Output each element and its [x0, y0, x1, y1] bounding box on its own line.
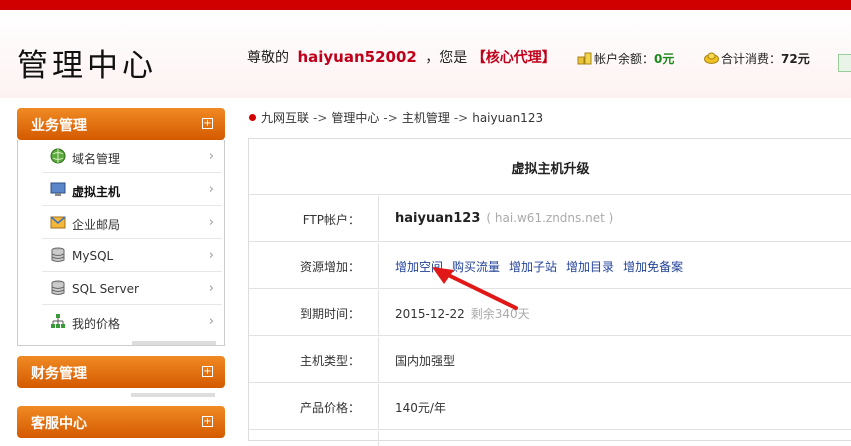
sidebar-item-label: 企业邮局: [72, 218, 121, 232]
greet-prefix: 尊敬的: [247, 50, 289, 66]
spend-label: 合计消费：: [721, 52, 782, 66]
user-role: 【核心代理】: [471, 50, 556, 66]
breadcrumb: 九网互联 -> 管理中心 -> 主机管理 -> haiyuan123: [249, 109, 543, 126]
sidebar-item-label: MySQL: [72, 249, 114, 263]
spend-value: 72元: [781, 52, 810, 66]
bullet-icon: [249, 114, 256, 121]
sidebar-section-finance[interactable]: 财务管理 +: [17, 356, 225, 388]
section-label: 财务管理: [31, 366, 87, 382]
chevron-right-icon: ›: [208, 215, 214, 230]
sidebar-item-label: 域名管理: [72, 152, 121, 166]
breadcrumb-item[interactable]: 主机管理: [402, 111, 450, 125]
field-label: FTP帐户：: [249, 196, 379, 242]
add-directory-link[interactable]: 增加目录: [566, 260, 614, 274]
sidebar-item-label: 虚拟主机: [72, 185, 121, 199]
sidebar-item-virtual-host[interactable]: 虚拟主机 ›: [42, 173, 222, 206]
expand-icon[interactable]: +: [202, 118, 213, 129]
gold-ingot-icon: [704, 52, 719, 64]
sidebar-item-mysql[interactable]: MySQL ›: [42, 239, 222, 272]
chevron-right-icon: ›: [208, 182, 214, 197]
annotation-arrow-icon: [432, 267, 518, 310]
account-balance: 帐户余额：0元: [577, 50, 674, 67]
breadcrumb-item: haiyuan123: [472, 111, 544, 125]
section-label: 客服中心: [31, 416, 87, 432]
top-red-bar: [0, 0, 851, 10]
database-icon: [51, 247, 65, 262]
chevron-right-icon: ›: [208, 281, 214, 296]
field-label: 产品价格：: [249, 384, 379, 430]
database-icon: [51, 280, 65, 295]
row-host-type: 主机类型： 国内加强型: [249, 337, 851, 383]
balance-label: 帐户余额：: [594, 52, 655, 66]
greet-mid: ，您是: [425, 50, 468, 66]
field-label: 到期时间：: [249, 290, 379, 336]
scrollbar[interactable]: [131, 393, 215, 397]
field-label: 主机类型：: [249, 337, 379, 383]
chevron-right-icon: ›: [208, 149, 214, 164]
breadcrumb-item[interactable]: 九网互联: [261, 111, 309, 125]
row-resource-add: 资源增加： 增加空间 购买流量 增加子站 增加目录 增加免备案: [249, 243, 851, 289]
total-spend: 合计消费：72元: [704, 50, 810, 67]
sidebar-item-sqlserver[interactable]: SQL Server ›: [42, 272, 222, 305]
price-value: 140元/年: [395, 401, 446, 415]
header-action-button[interactable]: [838, 54, 851, 72]
monitor-icon: [50, 182, 66, 196]
balance-value: 0元: [654, 52, 675, 66]
sidebar-item-label: SQL Server: [72, 282, 139, 296]
chevron-right-icon: ›: [208, 248, 214, 263]
chevron-right-icon: ›: [208, 314, 214, 329]
sidebar-section-business[interactable]: 业务管理 +: [17, 108, 225, 140]
upgrade-panel: 虚拟主机升级 FTP帐户： haiyuan123( hai.w61.zndns.…: [248, 138, 851, 446]
sidebar-item-my-price[interactable]: 我的价格 ›: [42, 305, 222, 338]
sitemap-icon: [51, 314, 65, 328]
row-next: [249, 431, 851, 446]
welcome-message: 尊敬的 haiyuan52002 ，您是 【核心代理】: [247, 47, 556, 67]
row-ftp-account: FTP帐户： haiyuan123( hai.w61.zndns.net ): [249, 196, 851, 242]
scrollbar[interactable]: [132, 341, 216, 345]
coins-icon: [577, 52, 592, 65]
ftp-host: ( hai.w61.zndns.net ): [486, 211, 614, 225]
expand-icon[interactable]: +: [202, 366, 213, 377]
sidebar-item-domain[interactable]: 域名管理 ›: [42, 140, 222, 173]
sidebar-item-mail[interactable]: 企业邮局 ›: [42, 206, 222, 239]
globe-icon: [50, 148, 66, 164]
username: haiyuan52002: [297, 48, 417, 66]
mail-icon: [50, 216, 66, 229]
breadcrumb-item[interactable]: 管理中心: [331, 111, 379, 125]
section-label: 业务管理: [31, 118, 87, 134]
row-expire-date: 到期时间： 2015-12-22 剩余340天: [249, 290, 851, 336]
host-type-value: 国内加强型: [395, 354, 456, 368]
header: 管理中心 尊敬的 haiyuan52002 ，您是 【核心代理】 帐户余额：0元…: [0, 10, 851, 98]
page-title: 管理中心: [17, 48, 157, 84]
panel-title: 虚拟主机升级: [249, 139, 851, 195]
ftp-account-value: haiyuan123( hai.w61.zndns.net ): [395, 211, 614, 226]
sidebar-section-service[interactable]: 客服中心 +: [17, 406, 225, 438]
field-label: 资源增加：: [249, 243, 379, 289]
row-product-price: 产品价格： 140元/年: [249, 384, 851, 430]
expand-icon[interactable]: +: [202, 416, 213, 427]
add-icp-exempt-link[interactable]: 增加免备案: [623, 260, 683, 274]
sidebar-item-label: 我的价格: [72, 317, 121, 331]
